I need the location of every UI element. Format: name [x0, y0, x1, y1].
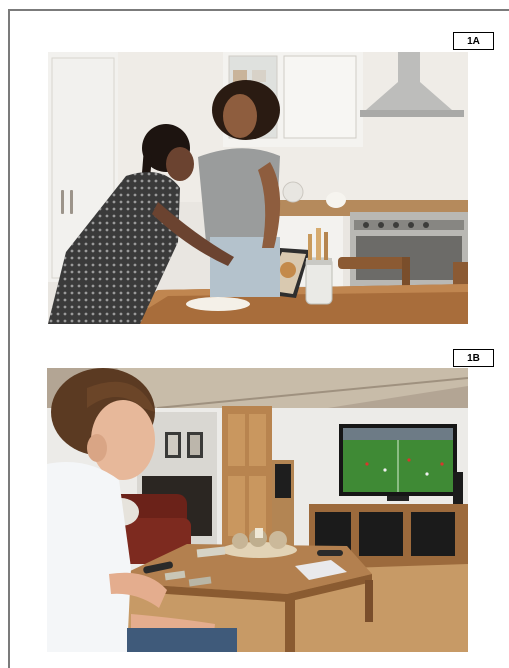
- figure-label-1b: 1B: [453, 349, 494, 367]
- photo-living-room: [47, 368, 468, 652]
- page-frame-top: [8, 9, 509, 11]
- figure-label-1a: 1A: [453, 32, 494, 50]
- worksheet-page: 1A 1B: [0, 0, 509, 668]
- photo-kitchen: [48, 52, 468, 324]
- page-frame-left: [8, 9, 10, 668]
